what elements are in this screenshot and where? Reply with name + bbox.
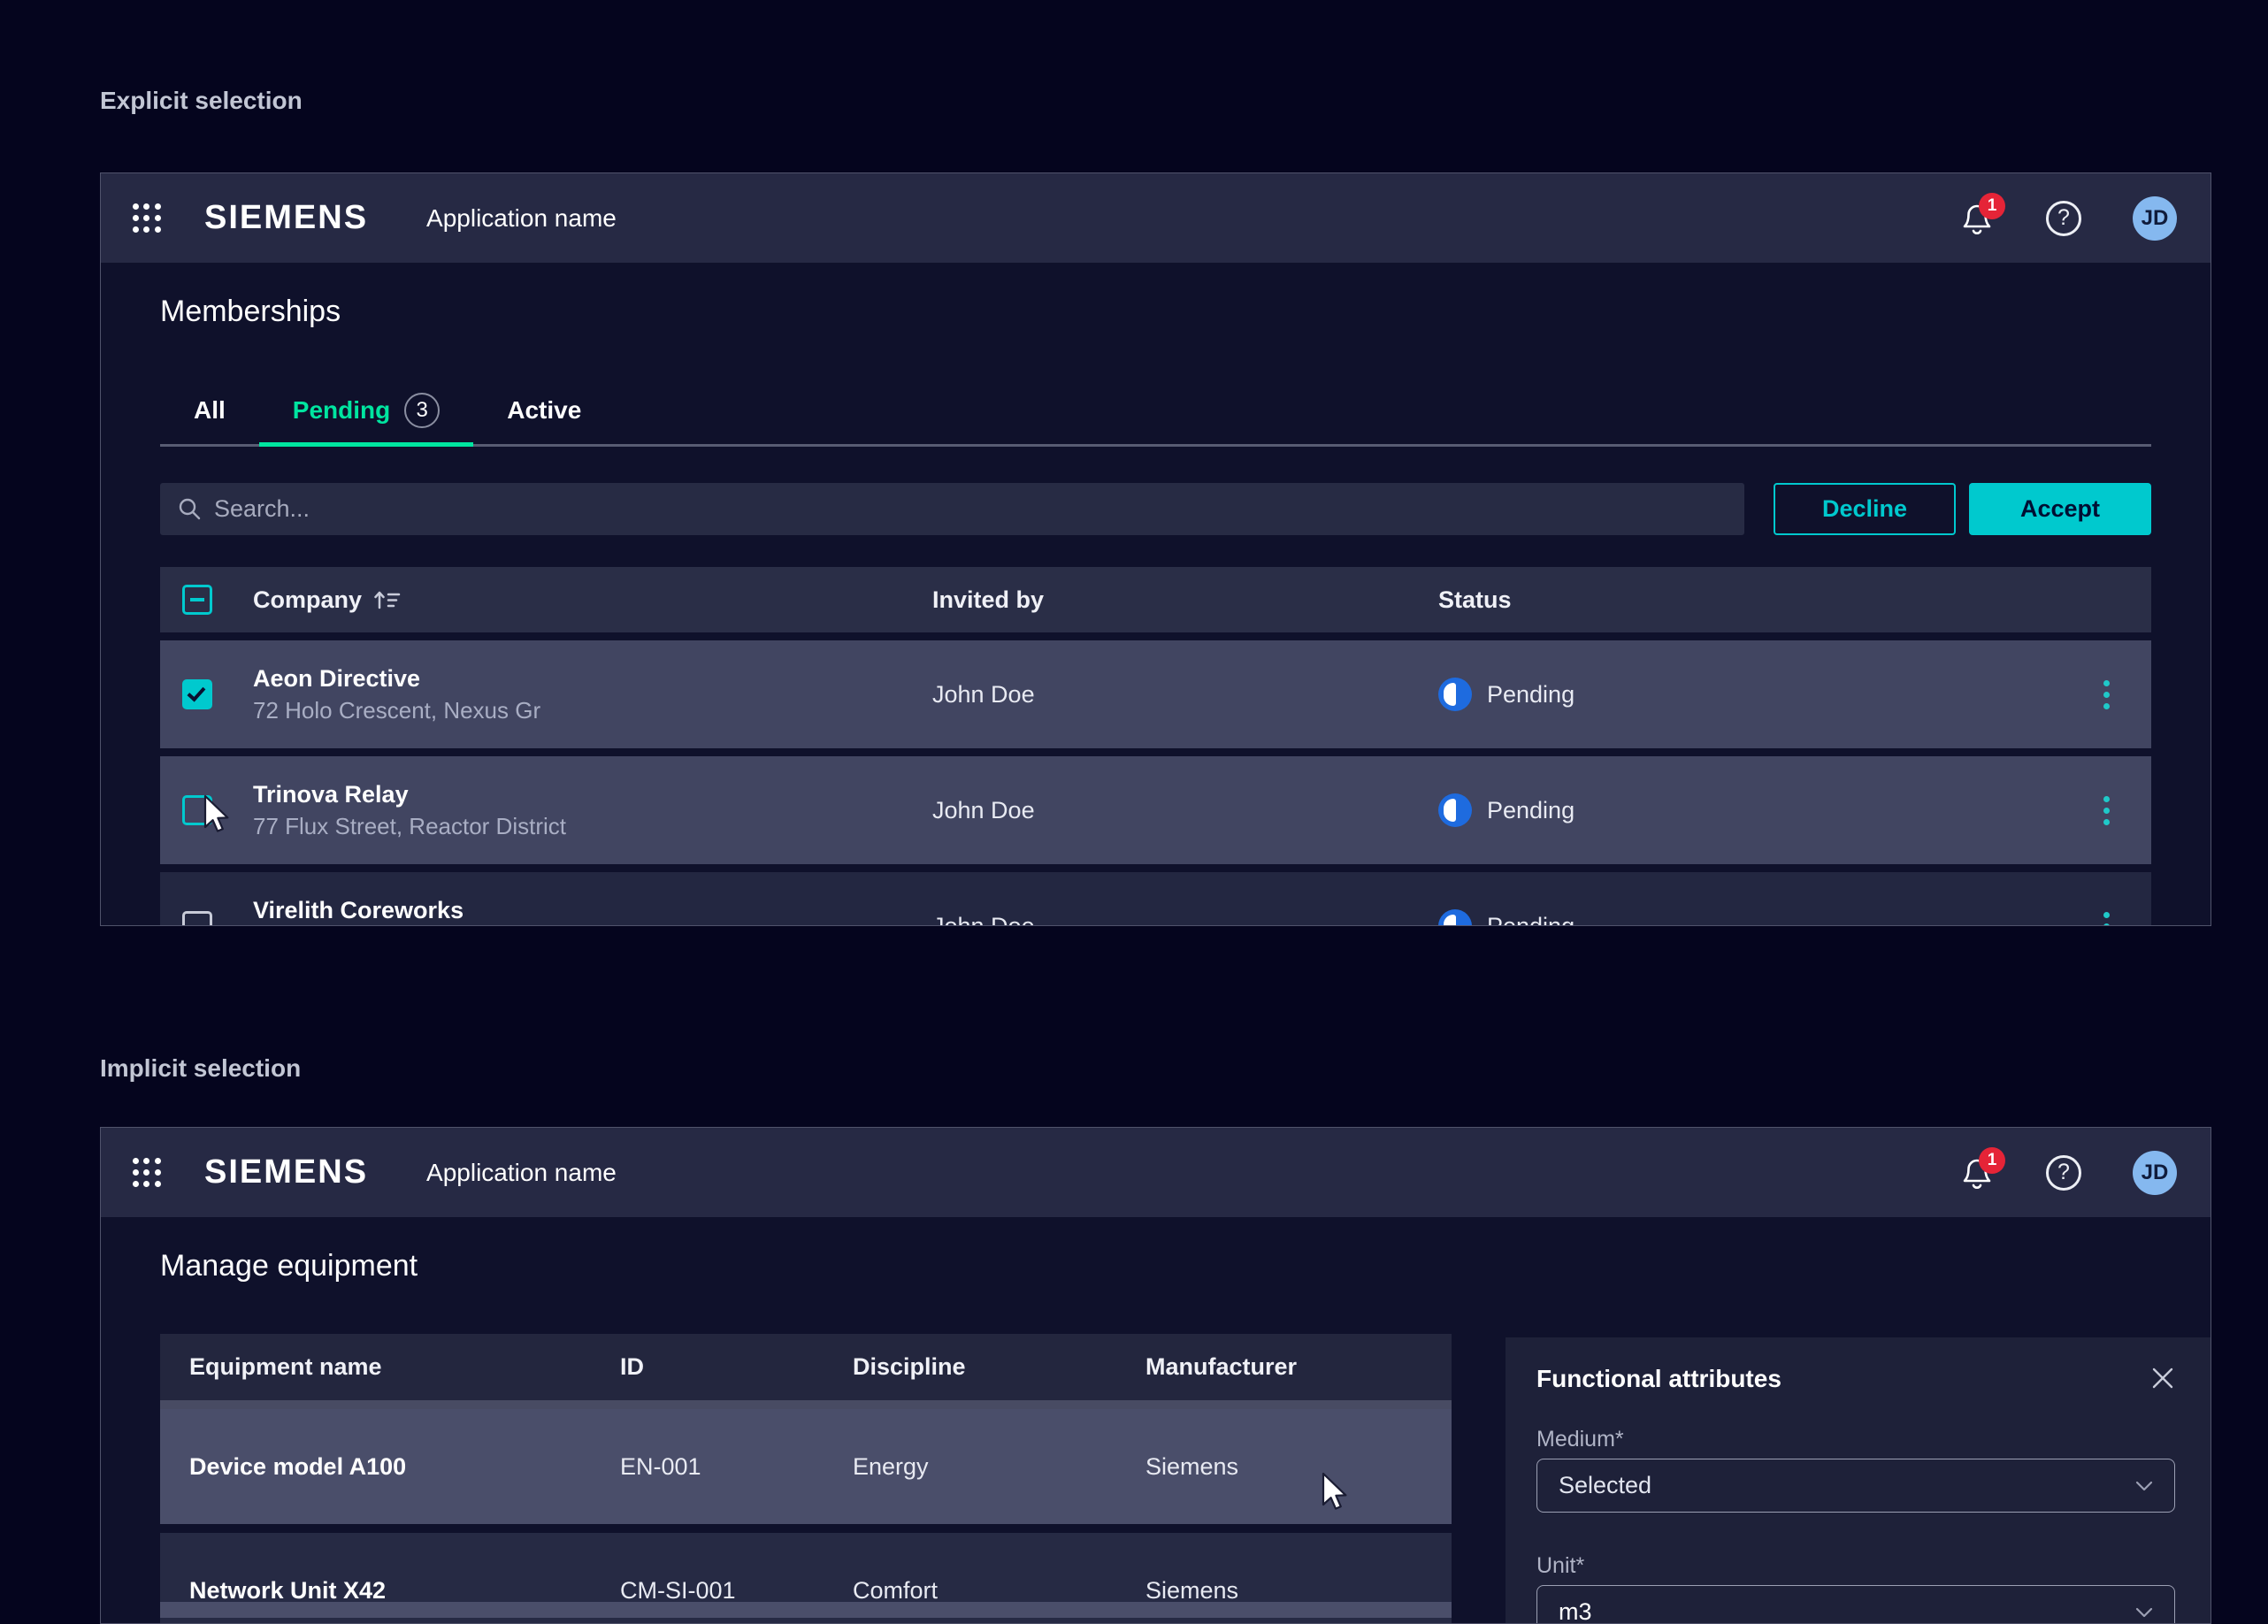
table-row[interactable]: Virelith Coreworks John Doe Pending xyxy=(160,872,2151,926)
equipment-table: Equipment name ID Discipline Manufacture… xyxy=(160,1334,1452,1624)
select-all-checkbox[interactable] xyxy=(182,585,212,615)
notifications-button[interactable]: 1 xyxy=(1959,1154,1995,1191)
column-status: Status xyxy=(1438,586,2060,614)
status-label: Pending xyxy=(1487,681,1575,709)
user-avatar[interactable]: JD xyxy=(2133,1151,2177,1195)
row-checkbox[interactable] xyxy=(182,679,212,709)
table-row[interactable]: Trinova Relay 77 Flux Street, Reactor Di… xyxy=(160,756,2151,864)
user-avatar[interactable]: JD xyxy=(2133,196,2177,241)
company-address: 77 Flux Street, Reactor District xyxy=(253,811,932,841)
pending-status-icon xyxy=(1438,909,1472,926)
pending-status-icon xyxy=(1438,678,1472,711)
column-company-sort[interactable]: Company xyxy=(253,586,932,614)
siemens-logo: SIEMENS xyxy=(204,199,368,237)
search-icon xyxy=(178,497,202,521)
card-explicit-selection: SIEMENS Application name 1 ? JD Membersh… xyxy=(100,172,2211,926)
company-name: Trinova Relay xyxy=(253,779,932,809)
invited-by: John Doe xyxy=(932,913,1438,927)
table-header-row: Company Invited by Status xyxy=(160,567,2151,632)
panel-title: Functional attributes xyxy=(1536,1364,1781,1394)
decline-button[interactable]: Decline xyxy=(1774,483,1956,535)
mouse-cursor xyxy=(202,794,232,839)
notification-count-badge: 1 xyxy=(1979,1147,2005,1174)
company-address: 72 Holo Crescent, Nexus Gr xyxy=(253,695,932,725)
company-name: Virelith Coreworks xyxy=(253,895,932,925)
mouse-cursor xyxy=(1320,1472,1350,1516)
equipment-id: EN-001 xyxy=(620,1453,853,1481)
status-label: Pending xyxy=(1487,913,1575,927)
table-row[interactable]: Device model A100 EN-001 Energy Siemens xyxy=(160,1409,1452,1524)
pending-count-badge: 3 xyxy=(404,393,440,428)
unit-select[interactable]: m3 xyxy=(1536,1585,2175,1624)
app-launcher-icon[interactable] xyxy=(130,1156,164,1190)
tab-pending[interactable]: Pending 3 xyxy=(259,393,473,444)
column-equipment-name: Equipment name xyxy=(189,1353,620,1381)
field-label-medium: Medium* xyxy=(1536,1427,2175,1452)
close-icon[interactable] xyxy=(2150,1366,2175,1390)
memberships-content: Memberships All Pending 3 Active xyxy=(101,294,2211,926)
help-icon[interactable]: ? xyxy=(2046,1155,2081,1191)
equipment-manufacturer: Siemens xyxy=(1145,1453,1452,1481)
application-name: Application name xyxy=(426,1159,617,1187)
equipment-discipline: Energy xyxy=(853,1453,1145,1481)
siemens-logo: SIEMENS xyxy=(204,1153,368,1191)
row-menu-kebab-icon[interactable] xyxy=(2103,796,2110,825)
pending-status-icon xyxy=(1438,793,1472,827)
chevron-down-icon xyxy=(2135,1607,2153,1618)
equipment-manufacturer: Siemens xyxy=(1145,1577,1452,1605)
app-bar: SIEMENS Application name 1 ? JD xyxy=(101,1128,2211,1217)
application-name: Application name xyxy=(426,204,617,233)
tab-all[interactable]: All xyxy=(160,393,259,444)
section-label-explicit: Explicit selection xyxy=(100,87,303,115)
column-manufacturer: Manufacturer xyxy=(1145,1353,1452,1381)
sort-icon xyxy=(374,588,401,611)
row-menu-kebab-icon[interactable] xyxy=(2103,912,2110,927)
chevron-down-icon xyxy=(2135,1481,2153,1491)
search-box xyxy=(160,483,1744,535)
row-divider xyxy=(160,1400,1452,1409)
tab-bar: All Pending 3 Active xyxy=(160,393,2151,447)
memberships-table: Company Invited by Status xyxy=(160,567,2151,926)
invited-by: John Doe xyxy=(932,681,1438,709)
equipment-content: Manage equipment Equipment name ID Disci… xyxy=(101,1248,2211,1624)
selected-value: m3 xyxy=(1559,1598,1592,1624)
equipment-id: CM-SI-001 xyxy=(620,1577,853,1605)
functional-attributes-panel: Functional attributes Medium* Selected U… xyxy=(1506,1337,2211,1624)
accept-button[interactable]: Accept xyxy=(1969,483,2151,535)
column-id: ID xyxy=(620,1353,853,1381)
medium-select[interactable]: Selected xyxy=(1536,1459,2175,1513)
table-row[interactable]: Aeon Directive 72 Holo Crescent, Nexus G… xyxy=(160,640,2151,748)
company-name: Aeon Directive xyxy=(253,663,932,693)
row-checkbox[interactable] xyxy=(182,911,212,926)
equipment-name: Network Unit X42 xyxy=(189,1577,620,1605)
notification-count-badge: 1 xyxy=(1979,193,2005,219)
row-menu-kebab-icon[interactable] xyxy=(2103,680,2110,709)
card-implicit-selection: SIEMENS Application name 1 ? JD Manage e… xyxy=(100,1127,2211,1624)
table-header-row: Equipment name ID Discipline Manufacture… xyxy=(160,1334,1452,1400)
page-title: Manage equipment xyxy=(160,1248,2151,1283)
help-icon[interactable]: ? xyxy=(2046,201,2081,236)
equipment-name: Device model A100 xyxy=(189,1453,620,1481)
status-label: Pending xyxy=(1487,797,1575,824)
active-tab-underline xyxy=(259,442,473,447)
app-bar: SIEMENS Application name 1 ? JD xyxy=(101,173,2211,263)
page-title: Memberships xyxy=(160,294,2151,329)
app-launcher-icon[interactable] xyxy=(130,202,164,235)
page: { "app_header": { "logo": "SIEMENS", "ap… xyxy=(0,0,2268,1613)
next-row-edge xyxy=(160,1602,1452,1618)
field-label-unit: Unit* xyxy=(1536,1553,2175,1578)
selected-value: Selected xyxy=(1559,1472,1651,1499)
column-invited-by: Invited by xyxy=(932,586,1438,614)
search-input[interactable] xyxy=(214,495,1727,523)
column-discipline: Discipline xyxy=(853,1353,1145,1381)
notifications-button[interactable]: 1 xyxy=(1959,200,1995,237)
tab-active[interactable]: Active xyxy=(473,393,615,444)
equipment-discipline: Comfort xyxy=(853,1577,1145,1605)
invited-by: John Doe xyxy=(932,797,1438,824)
section-label-implicit: Implicit selection xyxy=(100,1054,301,1083)
